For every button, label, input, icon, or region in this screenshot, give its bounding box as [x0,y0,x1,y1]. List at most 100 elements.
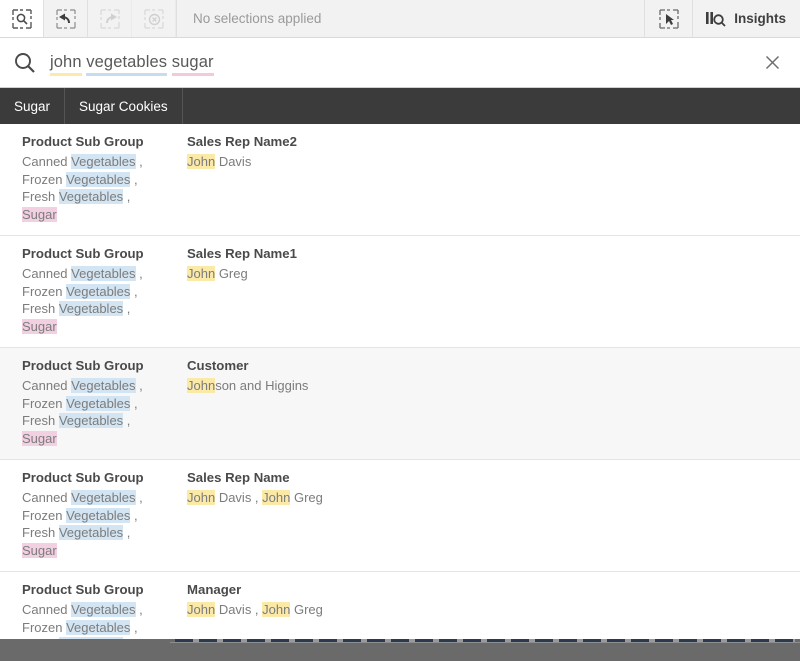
search-result-row[interactable]: Product Sub Group Canned Vegetables ,Froz… [0,460,800,572]
search-input[interactable]: john vegetables sugar [50,53,744,72]
selection-tool-button[interactable] [644,0,692,37]
result-value-line[interactable]: John Davis [187,153,565,171]
search-term-2[interactable]: vegetables [86,53,167,76]
result-value-line[interactable]: Sugar [22,318,165,336]
result-value-line[interactable]: Fresh Vegetables , [22,300,165,318]
result-field-right: Customer Johnson and Higgins [165,358,565,447]
result-value-line[interactable]: Canned Vegetables , [22,377,165,395]
value-text: Frozen [22,396,66,411]
value-text: Canned [22,378,71,393]
result-value-line[interactable]: Sugar [22,542,165,560]
background-chart-axis [170,642,800,643]
selection-status-text: No selections applied [176,0,644,37]
value-text: , [136,602,143,617]
selection-tool-icon [659,9,679,29]
value-match-highlight: Vegetables [71,154,135,169]
search-term-1[interactable]: john [50,53,82,76]
value-text: , [123,301,130,316]
result-value-line[interactable]: Frozen Vegetables , [22,283,165,301]
value-text: Davis , [215,602,262,617]
search-results-list: Product Sub GroupCanned Vegetables ,Froz… [0,124,800,661]
value-text: , [123,413,130,428]
close-icon [765,55,780,70]
value-text: Canned [22,154,71,169]
value-text: son and Higgins [215,378,308,393]
result-field-title: Customer [187,358,565,373]
value-match-highlight: John [187,154,215,169]
value-text: , [130,396,137,411]
result-field-title: Product Sub Group [22,246,165,261]
search-icon [0,51,50,75]
result-value-line[interactable]: Canned Vegetables , [22,153,165,171]
search-result-row[interactable]: Product Sub Group Canned Vegetables ,Froz… [0,236,800,348]
result-field-title: Manager [187,582,565,597]
insights-button[interactable]: Insights [692,0,800,37]
result-value-line[interactable]: Frozen Vegetables , [22,171,165,189]
result-field-left: Product Sub GroupCanned Vegetables ,Froz… [0,134,165,223]
value-match-highlight: Vegetables [59,189,123,204]
value-text: Canned [22,602,71,617]
value-text: , [136,266,143,281]
value-match-highlight: Sugar [22,319,57,334]
result-value-line[interactable]: Sugar [22,430,165,448]
result-value-line[interactable]: John Davis , John Greg [187,601,565,619]
selection-search-button[interactable] [0,0,44,37]
clear-all-selections-icon [144,9,164,29]
term-bar-item-2[interactable]: Sugar Cookies [65,88,183,124]
result-field-title: Sales Rep Name1 [187,246,565,261]
result-value-line[interactable]: Frozen Vegetables , [22,619,165,637]
value-text: Frozen [22,620,66,635]
result-value-line[interactable]: Fresh Vegetables , [22,188,165,206]
result-value-line[interactable]: John Davis , John Greg [187,489,565,507]
result-value-line[interactable]: John Greg [187,265,565,283]
result-value-line[interactable]: Canned Vegetables , [22,265,165,283]
search-result-row[interactable]: Product Sub GroupCanned Vegetables ,Froz… [0,124,800,236]
value-match-highlight: Vegetables [71,602,135,617]
value-match-highlight: Vegetables [71,490,135,505]
value-text: , [130,620,137,635]
result-value-line[interactable]: Canned Vegetables , [22,601,165,619]
result-value-line[interactable]: Frozen Vegetables , [22,507,165,525]
step-forward-button[interactable] [88,0,132,37]
value-text: Frozen [22,508,66,523]
value-match-highlight: Vegetables [59,301,123,316]
result-value-line[interactable]: Fresh Vegetables , [22,412,165,430]
value-text: , [130,284,137,299]
step-forward-icon [100,9,120,29]
result-field-title: Product Sub Group [22,470,165,485]
result-value-line[interactable]: Fresh Vegetables , [22,524,165,542]
value-match-highlight: Vegetables [66,172,130,187]
smart-search-panel: No selections applied [0,0,800,661]
clear-search-button[interactable] [744,55,800,70]
search-term-3[interactable]: sugar [172,53,214,76]
search-result-row[interactable]: Product Sub GroupCanned Vegetables ,Froz… [0,348,800,460]
value-match-highlight: John [262,490,290,505]
value-text: , [130,508,137,523]
smart-search-bar[interactable]: john vegetables sugar [0,38,800,88]
toolbar-right-group: Insights [644,0,800,37]
term-bar-item-1[interactable]: Sugar [0,88,65,124]
value-match-highlight: Vegetables [66,284,130,299]
result-value-line[interactable]: Canned Vegetables , [22,489,165,507]
result-value-line[interactable]: Sugar [22,206,165,224]
value-match-highlight: Vegetables [66,396,130,411]
value-text: , [136,154,143,169]
step-back-button[interactable] [44,0,88,37]
value-text: Fresh [22,301,59,316]
value-match-highlight: John [262,602,290,617]
result-field-title: Sales Rep Name2 [187,134,565,149]
value-text: , [136,378,143,393]
result-value-line[interactable]: Frozen Vegetables , [22,395,165,413]
result-field-left: Product Sub GroupCanned Vegetables ,Froz… [0,358,165,447]
value-match-highlight: Vegetables [66,508,130,523]
value-match-highlight: Vegetables [71,266,135,281]
result-field-title: Product Sub Group [22,358,165,373]
result-field-left: Product Sub Group Canned Vegetables ,Froz… [0,470,165,559]
clear-all-selections-button[interactable] [132,0,176,37]
result-value-line[interactable]: Johnson and Higgins [187,377,565,395]
value-text: Frozen [22,172,66,187]
step-back-icon [56,9,76,29]
result-field-title: Sales Rep Name [187,470,565,485]
value-text: Greg [290,602,323,617]
value-match-highlight: Vegetables [59,413,123,428]
